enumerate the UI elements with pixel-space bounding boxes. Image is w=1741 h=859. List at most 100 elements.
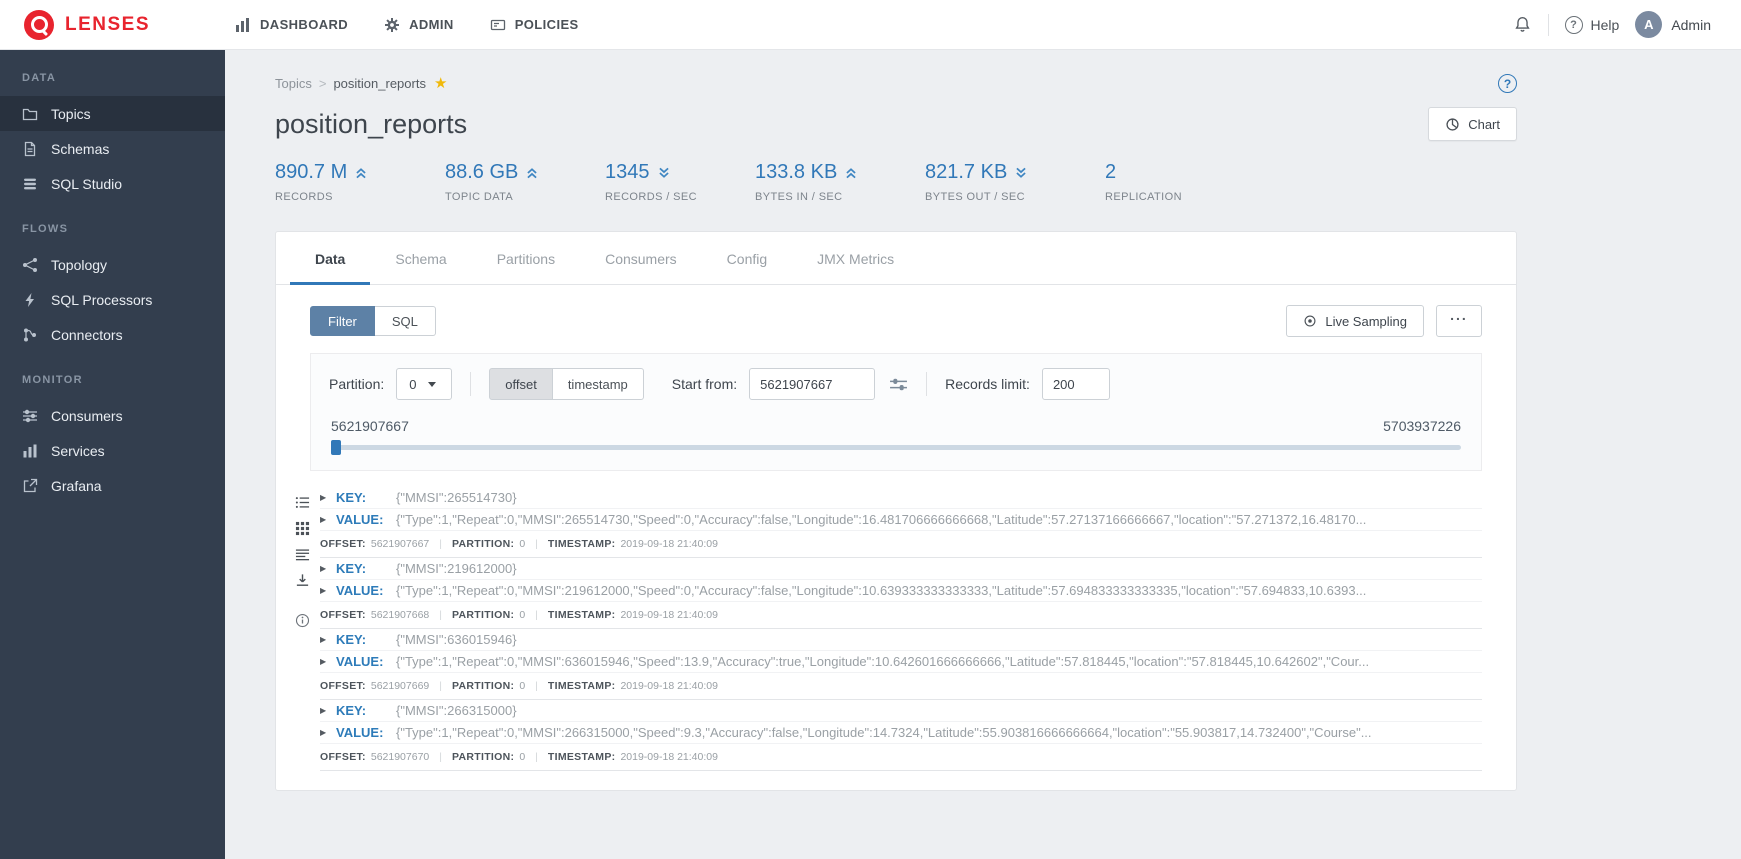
trend-down-icon: [1014, 166, 1028, 180]
nav-item-label: POLICIES: [514, 17, 579, 32]
stat-label: TOPIC DATA: [445, 191, 514, 203]
tab-config[interactable]: Config: [702, 232, 792, 285]
stat-replication: 2 REPLICATION: [1105, 161, 1255, 203]
key-label: KEY:: [336, 632, 367, 647]
partition-select[interactable]: 0: [396, 368, 453, 400]
info-icon[interactable]: [295, 613, 310, 628]
page-help-icon[interactable]: ?: [1498, 74, 1517, 93]
nav-item-policies[interactable]: POLICIES: [490, 17, 579, 33]
sidebar-item-label: Topics: [51, 105, 91, 122]
partition-meta-value: 0: [519, 751, 526, 763]
sidebar-item-grafana[interactable]: Grafana: [0, 468, 225, 503]
brand[interactable]: LENSES: [0, 9, 225, 40]
more-options-button[interactable]: ...: [1436, 305, 1482, 337]
sidebar-item-topics[interactable]: Topics: [0, 96, 225, 131]
offset-range-slider: 5621907667 5703937226: [329, 418, 1463, 455]
record-row: ▶ KEY: {"MMSI":266315000} ▶ VALUE: {"Typ…: [320, 700, 1482, 771]
offset-meta-value: 5621907670: [370, 751, 430, 763]
chart-button[interactable]: Chart: [1428, 107, 1517, 141]
expand-arrow-icon[interactable]: ▶: [320, 706, 336, 715]
sidebar-item-consumers[interactable]: Consumers: [0, 398, 225, 433]
stat-records-per-sec: 1345 RECORDS / SEC: [605, 161, 755, 203]
nav-item-label: ADMIN: [409, 17, 454, 32]
sidebar-item-label: Grafana: [51, 477, 102, 494]
sidebar-section-data: DATA: [22, 72, 57, 84]
tab-schema[interactable]: Schema: [370, 232, 471, 285]
expand-arrow-icon[interactable]: ▶: [320, 635, 336, 644]
expand-arrow-icon[interactable]: ▶: [320, 493, 336, 502]
favorite-star-icon[interactable]: ★: [434, 76, 447, 91]
timestamp-meta-label: TIMESTAMP:: [547, 538, 616, 550]
sidebar-item-topology[interactable]: Topology: [0, 247, 225, 282]
sidebar-item-sql-studio[interactable]: SQL Studio: [0, 166, 225, 201]
nav-item-admin[interactable]: ADMIN: [384, 17, 454, 33]
sidebar-item-schemas[interactable]: Schemas: [0, 131, 225, 166]
filter-mode-button[interactable]: Filter: [310, 306, 375, 336]
avatar: A: [1635, 11, 1663, 38]
advanced-sliders-icon[interactable]: [889, 376, 908, 393]
help-label: Help: [1590, 16, 1620, 33]
trend-up-icon: [354, 166, 368, 180]
sidebar-item-label: Consumers: [51, 407, 123, 424]
external-link-icon: [23, 478, 38, 492]
stat-value: 890.7 M: [275, 161, 348, 183]
sidebar-item-connectors[interactable]: Connectors: [0, 317, 225, 352]
grid-view-icon[interactable]: [295, 521, 310, 536]
plug-icon: [24, 328, 36, 341]
slider-handle[interactable]: [331, 440, 341, 455]
sidebar-item-services[interactable]: Services: [0, 433, 225, 468]
stat-label: RECORDS: [275, 191, 333, 203]
timestamp-mode-button[interactable]: timestamp: [552, 368, 644, 400]
record-key: {"MMSI":636015946}: [396, 632, 517, 647]
trend-up-icon: [844, 166, 858, 180]
policies-icon: [490, 19, 505, 30]
tab-data[interactable]: Data: [290, 232, 371, 285]
live-target-icon: [1304, 315, 1316, 327]
user-menu[interactable]: A Admin: [1635, 11, 1711, 38]
offset-meta-label: OFFSET:: [320, 751, 366, 763]
help-icon: ?: [1564, 15, 1583, 34]
expand-arrow-icon[interactable]: ▶: [320, 564, 336, 573]
expand-arrow-icon[interactable]: ▶: [320, 728, 336, 737]
expand-arrow-icon[interactable]: ▶: [320, 586, 336, 595]
sidebar-item-label: Services: [51, 442, 105, 459]
sql-mode-button[interactable]: SQL: [374, 306, 436, 336]
stat-value: 2: [1105, 161, 1117, 183]
breadcrumb-topics-link[interactable]: Topics: [275, 76, 312, 91]
expand-arrow-icon[interactable]: ▶: [320, 515, 336, 524]
partition-label: Partition:: [329, 376, 385, 392]
tab-consumers[interactable]: Consumers: [580, 232, 702, 285]
meta-separator: |: [439, 751, 442, 763]
record-row: ▶ KEY: {"MMSI":636015946} ▶ VALUE: {"Typ…: [320, 629, 1482, 700]
sidebar-item-label: SQL Processors: [51, 291, 153, 308]
stat-value: 1345: [605, 161, 650, 183]
sidebar: DATA Topics Schemas SQL Studio FLOWS Top…: [0, 50, 225, 859]
sidebar-item-sql-processors[interactable]: SQL Processors: [0, 282, 225, 317]
start-from-input[interactable]: [749, 368, 876, 400]
list-view-icon[interactable]: [295, 495, 310, 510]
nav-item-label: DASHBOARD: [260, 17, 349, 32]
sidebar-item-label: Connectors: [51, 326, 123, 343]
timestamp-meta-value: 2019-09-18 21:40:09: [620, 751, 718, 763]
record-value: {"Type":1,"Repeat":0,"MMSI":265514730,"S…: [396, 512, 1367, 527]
help-link[interactable]: ? Help: [1564, 15, 1620, 34]
expand-arrow-icon[interactable]: ▶: [320, 657, 336, 666]
start-from-label: Start from:: [671, 376, 738, 392]
notifications-bell-icon[interactable]: [1513, 15, 1532, 34]
live-sampling-button[interactable]: Live Sampling: [1286, 305, 1424, 337]
nav-divider: [1547, 13, 1549, 36]
stat-bytes-out: 821.7 KB BYTES OUT / SEC: [925, 161, 1105, 203]
slider-track[interactable]: [331, 440, 1461, 455]
offset-mode-button[interactable]: offset: [489, 368, 553, 400]
raw-view-icon[interactable]: [295, 547, 310, 562]
download-icon[interactable]: [295, 573, 310, 588]
tab-jmx-metrics[interactable]: JMX Metrics: [792, 232, 919, 285]
nav-item-dashboard[interactable]: DASHBOARD: [235, 17, 348, 33]
stat-topic-data: 88.6 GB TOPIC DATA: [445, 161, 605, 203]
offset-meta-value: 5621907669: [370, 680, 430, 692]
slider-min-label: 5621907667: [331, 418, 409, 434]
tab-partitions[interactable]: Partitions: [472, 232, 580, 285]
records-limit-input[interactable]: [1041, 368, 1110, 400]
offset-timestamp-toggle: offset timestamp: [489, 368, 644, 400]
filter-panel: Partition: 0 offset timestamp Start from…: [310, 353, 1482, 471]
